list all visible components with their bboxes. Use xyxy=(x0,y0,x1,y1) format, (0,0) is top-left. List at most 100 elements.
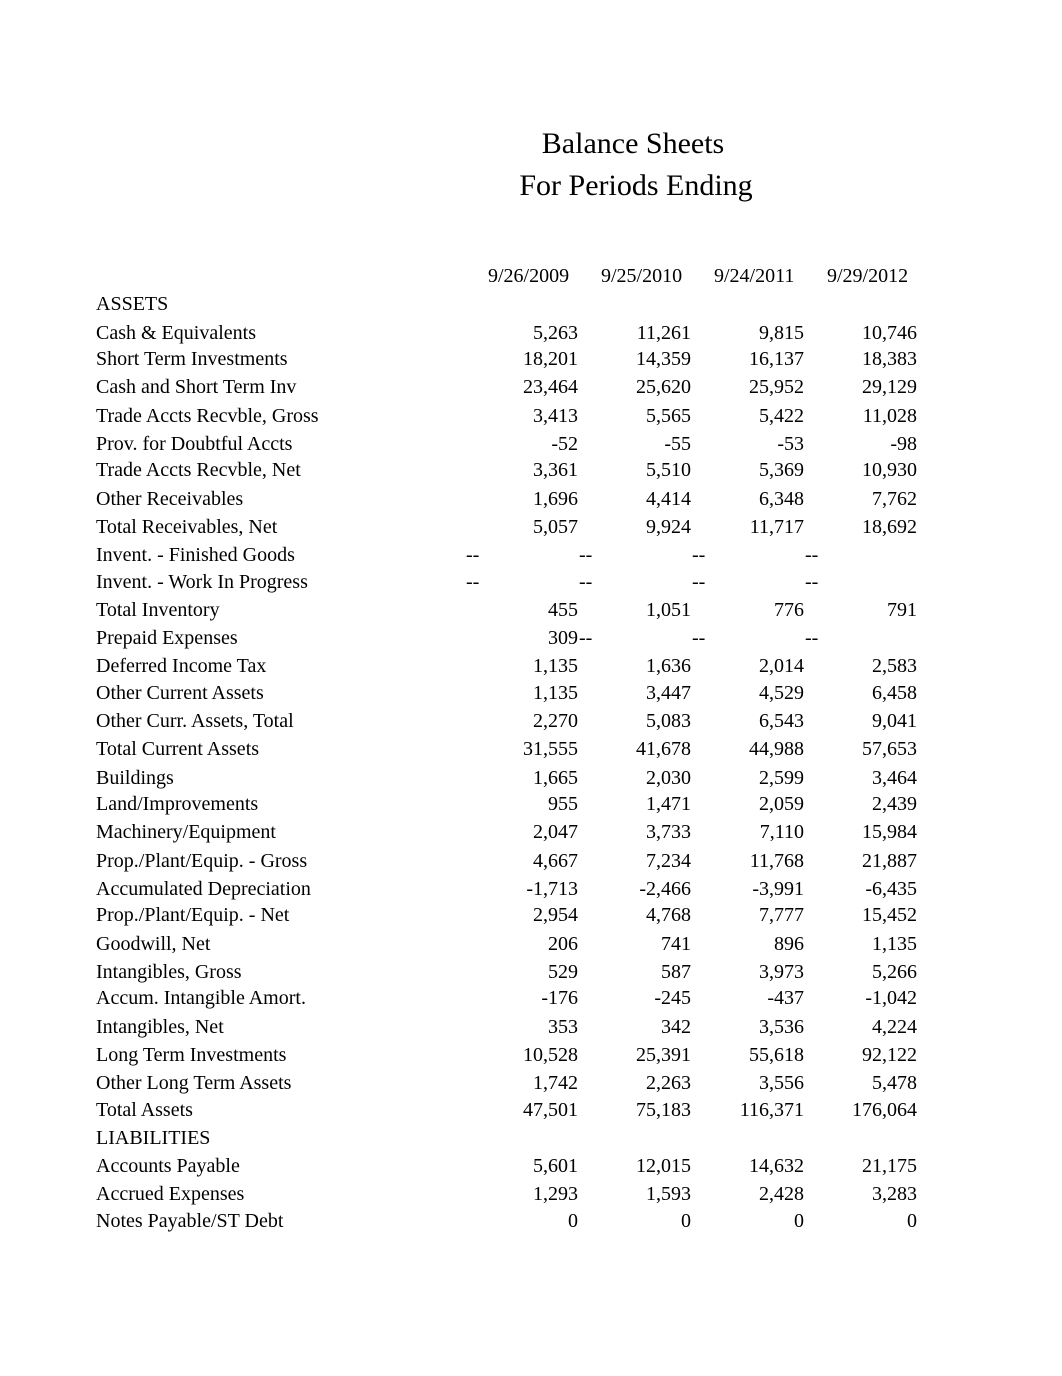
row-label: Invent. - Finished Goods xyxy=(96,544,295,566)
row-label: Accrued Expenses xyxy=(96,1183,245,1205)
table-row: Trade Accts Recvble, Gross 3,413 5,565 5,42… xyxy=(0,403,1062,429)
value-cell-1: 5,083 xyxy=(646,710,691,732)
value-cell-2: 2,014 xyxy=(759,655,804,677)
table-row: Trade Accts Recvble, Net 3,361 5,510 5,369 1… xyxy=(0,457,1062,483)
value-cell-1: 741 xyxy=(661,933,691,955)
table-row: Accrued Expenses 1,293 1,593 2,428 3,283 xyxy=(0,1181,1062,1207)
value-cell-0: 1,665 xyxy=(533,767,578,789)
table-row: Land/Improvements 955 1,471 2,059 2,439 xyxy=(0,791,1062,817)
row-label: Other Long Term Assets xyxy=(96,1072,292,1094)
value-cell-2: 2,428 xyxy=(759,1183,804,1205)
value-cell-0: 2,047 xyxy=(533,821,578,843)
row-label: Accumulated Depreciation xyxy=(96,878,311,900)
value-cell-0: -176 xyxy=(541,987,578,1009)
value-cell-0: 1,696 xyxy=(533,488,578,510)
table-row: Invent. - Work In Progress -- -- -- -- xyxy=(0,569,1062,595)
value-cell-3: 15,452 xyxy=(862,904,917,926)
value-cell-3: -98 xyxy=(890,433,917,455)
row-label: Cash & Equivalents xyxy=(96,322,256,344)
value-cell-1: -- xyxy=(579,627,593,649)
value-cell-3: -- xyxy=(805,627,819,649)
table-row: Short Term Investments 18,201 14,359 16,137… xyxy=(0,346,1062,372)
value-cell-0: 529 xyxy=(548,961,578,983)
value-cell-3: 1,135 xyxy=(872,933,917,955)
value-cell-0: 5,601 xyxy=(533,1155,578,1177)
value-cell-0: 3,413 xyxy=(533,405,578,427)
value-cell-1: 2,263 xyxy=(646,1072,691,1094)
value-cell-1: 12,015 xyxy=(636,1155,691,1177)
value-cell-0: 455 xyxy=(548,599,578,621)
value-cell-1: 4,414 xyxy=(646,488,691,510)
value-cell-0: -1,713 xyxy=(526,878,578,900)
value-cell-2: -- xyxy=(692,571,706,593)
table-row: Cash & Equivalents 5,263 11,261 9,815 10,746 xyxy=(0,320,1062,346)
value-cell-2: 3,973 xyxy=(759,961,804,983)
value-cell-3: 5,478 xyxy=(872,1072,917,1094)
value-cell-1: 75,183 xyxy=(636,1099,691,1121)
value-cell-3: 3,283 xyxy=(872,1183,917,1205)
value-cell-3: 21,175 xyxy=(862,1155,917,1177)
value-cell-1: 4,768 xyxy=(646,904,691,926)
value-cell-2: 14,632 xyxy=(749,1155,804,1177)
value-cell-2: -53 xyxy=(777,433,804,455)
table-row: Accumulated Depreciation -1,713 -2,466 -3,9… xyxy=(0,876,1062,902)
value-cell-1: 2,030 xyxy=(646,767,691,789)
row-label: Total Current Assets xyxy=(96,738,260,760)
value-cell-1: -- xyxy=(579,571,593,593)
table-row: Total Receivables, Net 5,057 9,924 11,717 18… xyxy=(0,514,1062,540)
row-label: Intangibles, Net xyxy=(96,1016,224,1038)
value-cell-0: -52 xyxy=(551,433,578,455)
value-cell-1: 11,261 xyxy=(636,322,691,344)
value-cell-0: 23,464 xyxy=(523,376,578,398)
row-label: Total Inventory xyxy=(96,599,220,621)
value-cell-2: 896 xyxy=(774,933,804,955)
value-cell-2: 55,618 xyxy=(749,1044,804,1066)
table-row: Prop./Plant/Equip. - Gross 4,667 7,234 11,7… xyxy=(0,848,1062,874)
value-cell-3: 10,930 xyxy=(862,459,917,481)
value-cell-3: 57,653 xyxy=(862,738,917,760)
table-row: Accounts Payable 5,601 12,015 14,632 21,175 xyxy=(0,1153,1062,1179)
row-label: Land/Improvements xyxy=(96,793,259,815)
row-label: Buildings xyxy=(96,767,174,789)
row-label: Prov. for Doubtful Accts xyxy=(96,433,293,455)
column-header-2010: 9/25/2010 xyxy=(601,265,683,287)
section-header-row: LIABILITIES xyxy=(0,1125,1062,1151)
table-row: Goodwill, Net 206 741 896 1,135 xyxy=(0,931,1062,957)
value-cell-1: 1,636 xyxy=(646,655,691,677)
table-row: Total Assets 47,501 75,183 116,371 176,064 xyxy=(0,1097,1062,1123)
value-cell-3: -- xyxy=(805,571,819,593)
value-cell-1: 3,733 xyxy=(646,821,691,843)
value-cell-3: 18,383 xyxy=(862,348,917,370)
value-cell-2: 11,768 xyxy=(749,850,804,872)
table-row: Notes Payable/ST Debt 0 0 0 0 xyxy=(0,1208,1062,1234)
value-cell-1: -55 xyxy=(664,433,691,455)
value-cell-1: -- xyxy=(579,544,593,566)
value-cell-1: 342 xyxy=(661,1016,691,1038)
value-cell-2: 6,348 xyxy=(759,488,804,510)
value-cell-0: 4,667 xyxy=(533,850,578,872)
value-cell-2: 44,988 xyxy=(749,738,804,760)
value-cell-0: 2,270 xyxy=(533,710,578,732)
row-label: Deferred Income Tax xyxy=(96,655,267,677)
table-row: Invent. - Finished Goods -- -- -- -- xyxy=(0,542,1062,568)
value-cell-2: 11,717 xyxy=(749,516,804,538)
value-cell-1: 14,359 xyxy=(636,348,691,370)
value-cell-3: 21,887 xyxy=(862,850,917,872)
row-label: Prop./Plant/Equip. - Gross xyxy=(96,850,308,872)
column-header-2009: 9/26/2009 xyxy=(488,265,570,287)
row-label: Other Curr. Assets, Total xyxy=(96,710,294,732)
value-cell-2: 9,815 xyxy=(759,322,804,344)
table-row: Accum. Intangible Amort. -176 -245 -437 -1,0… xyxy=(0,985,1062,1011)
value-cell-0: 955 xyxy=(548,793,578,815)
value-cell-2: 6,543 xyxy=(759,710,804,732)
table-row: Deferred Income Tax 1,135 1,636 2,014 2,583 xyxy=(0,653,1062,679)
table-row: Machinery/Equipment 2,047 3,733 7,110 15,984 xyxy=(0,819,1062,845)
column-header-2011: 9/24/2011 xyxy=(714,265,795,287)
table-row: Intangibles, Net 353 342 3,536 4,224 xyxy=(0,1014,1062,1040)
value-cell-2: 3,556 xyxy=(759,1072,804,1094)
row-label: Machinery/Equipment xyxy=(96,821,276,843)
value-cell-3: 92,122 xyxy=(862,1044,917,1066)
value-cell-0: 18,201 xyxy=(523,348,578,370)
table-row: Total Current Assets 31,555 41,678 44,988 57… xyxy=(0,736,1062,762)
value-cell-3: 18,692 xyxy=(862,516,917,538)
